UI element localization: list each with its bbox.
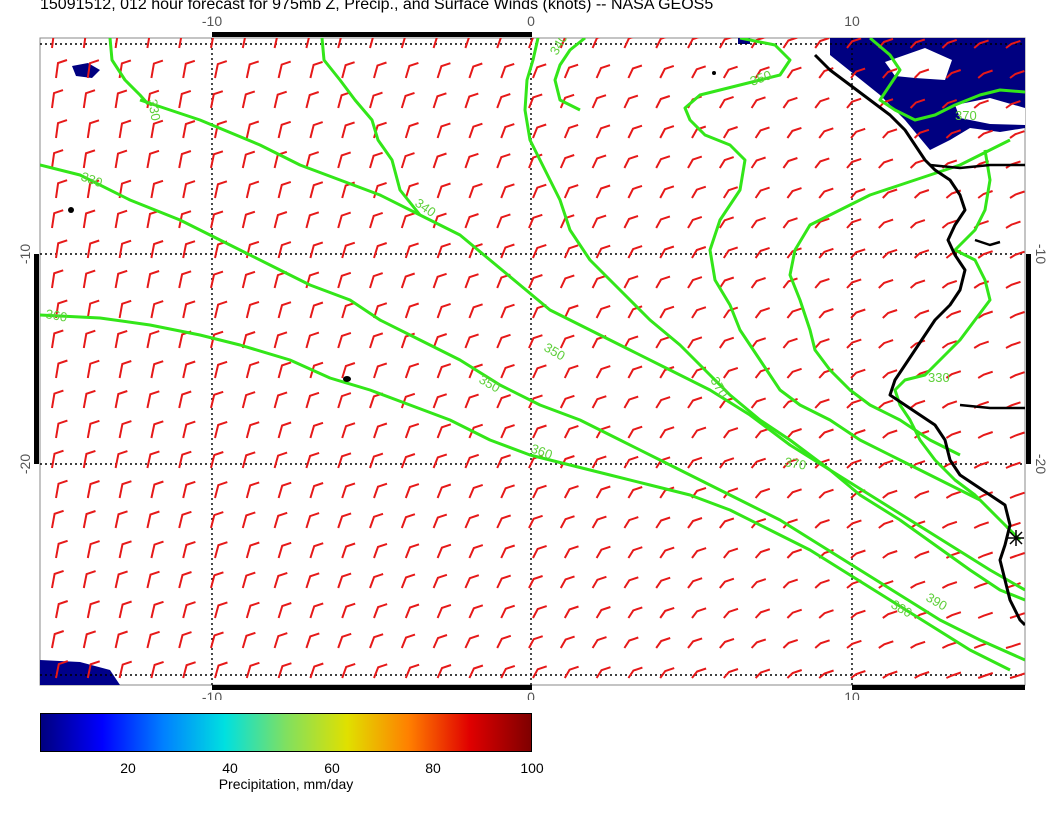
- map-background: [39, 37, 1026, 686]
- lat-tick-left-minus20: -20: [17, 454, 33, 474]
- lon-tick-top-0: 0: [527, 13, 535, 29]
- contour-label: 370: [955, 108, 977, 123]
- star-marker: [1008, 530, 1024, 546]
- colorbar-tick: 100: [520, 760, 544, 776]
- colorbar-tick: 60: [324, 760, 340, 776]
- map-canvas: 330330340340350350350360360370370380 3903…: [17, 13, 1049, 700]
- colorbar-tick: 40: [222, 760, 238, 776]
- island: [712, 71, 716, 75]
- precip-colorbar: [40, 713, 532, 752]
- colorbar-label: Precipitation, mm/day: [218, 776, 354, 792]
- island: [68, 207, 74, 213]
- lat-tick-left-minus10: -10: [17, 244, 33, 264]
- lon-tick-top-10: 10: [844, 13, 860, 29]
- lon-tick-top-minus10: -10: [202, 13, 222, 29]
- lat-tick-right-minus10: -10: [1033, 244, 1049, 264]
- colorbar-tick: 80: [425, 760, 441, 776]
- lon-tick-bottom-10: 10: [844, 689, 860, 700]
- island: [343, 376, 351, 382]
- lon-tick-bottom-0: 0: [527, 689, 535, 700]
- lat-tick-right-minus20: -20: [1033, 454, 1049, 474]
- contour-label: 330: [928, 370, 950, 385]
- lon-tick-bottom-minus10: -10: [202, 689, 222, 700]
- forecast-map: 330 330 340 340 350 350 350 360 360 370 370 380 390 3…: [0, 0, 1056, 700]
- colorbar-tick: 20: [120, 760, 136, 776]
